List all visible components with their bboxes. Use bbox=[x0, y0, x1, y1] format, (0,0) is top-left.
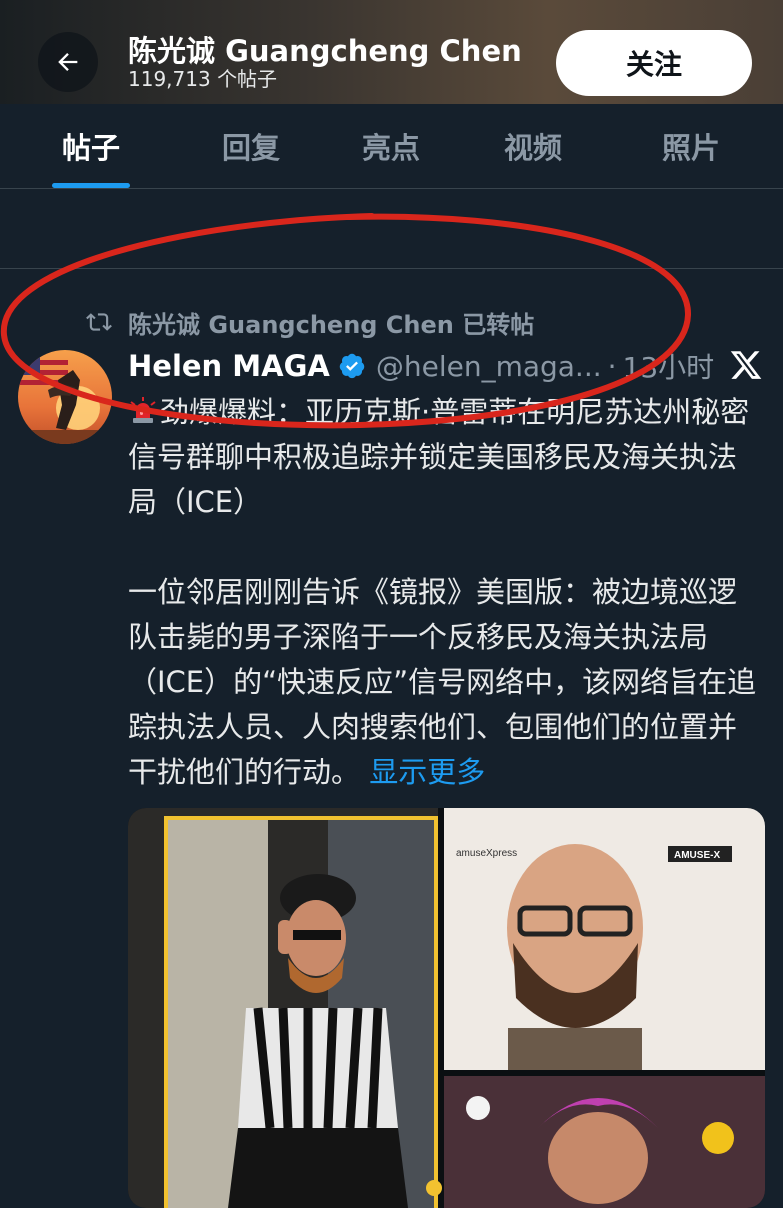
media-collage: amuseXpress AMUSE-X bbox=[128, 808, 765, 1208]
profile-tabs: 帖子 回复 亮点 视频 照片 bbox=[0, 104, 783, 189]
profile-header: 陈光诚 Guangcheng Chen 119,713 个帖子 关注 bbox=[0, 0, 783, 104]
repost-context[interactable]: 陈光诚 Guangcheng Chen 已转帖 bbox=[84, 304, 534, 340]
avatar[interactable] bbox=[18, 350, 112, 444]
verified-badge-icon bbox=[339, 353, 365, 379]
media-watermark-right: AMUSE-X bbox=[674, 850, 720, 861]
post-count: 119,713 个帖子 bbox=[128, 67, 278, 91]
tweet-media[interactable]: amuseXpress AMUSE-X bbox=[128, 808, 765, 1208]
avatar-image bbox=[18, 350, 112, 444]
tab-replies[interactable]: 回复 bbox=[190, 104, 312, 188]
tab-photos[interactable]: 照片 bbox=[630, 104, 752, 188]
siren-icon bbox=[130, 397, 156, 423]
active-tab-indicator bbox=[52, 183, 130, 188]
media-watermark-left: amuseXpress bbox=[456, 848, 517, 859]
tab-videos[interactable]: 视频 bbox=[472, 104, 594, 188]
author-handle[interactable]: @helen_maga... bbox=[376, 350, 602, 383]
tab-posts[interactable]: 帖子 bbox=[30, 104, 152, 188]
x-logo-icon bbox=[730, 351, 762, 379]
back-button[interactable] bbox=[38, 32, 98, 92]
tweet-paragraph-1: 劲爆爆料：亚历克斯·普雷蒂在明尼苏达州秘密信号群聊中积极追踪并锁定美国移民及海关… bbox=[128, 390, 758, 525]
show-more-link[interactable]: 显示更多 bbox=[369, 755, 485, 789]
author-name[interactable]: Helen MAGA bbox=[128, 349, 330, 383]
tweet-body: 劲爆爆料：亚历克斯·普雷蒂在明尼苏达州秘密信号群聊中积极追踪并锁定美国移民及海关… bbox=[128, 390, 758, 795]
arrow-left-icon bbox=[58, 53, 78, 71]
tweet-paragraph-2: 一位邻居刚刚告诉《镜报》美国版：被边境巡逻队击毙的男子深陷于一个反移民及海关执法… bbox=[128, 570, 758, 795]
tweet-header: Helen MAGA @helen_maga... · 13小时 bbox=[128, 346, 714, 386]
repost-text: 陈光诚 Guangcheng Chen 已转帖 bbox=[128, 310, 535, 339]
tweet-paragraph-1-text: 劲爆爆料：亚历克斯·普雷蒂在明尼苏达州秘密信号群聊中积极追踪并锁定美国移民及海关… bbox=[128, 395, 750, 519]
tab-highlights[interactable]: 亮点 bbox=[330, 104, 452, 188]
follow-button[interactable]: 关注 bbox=[556, 30, 752, 96]
post-time[interactable]: 13小时 bbox=[623, 346, 715, 386]
meta-separator: · bbox=[607, 349, 617, 383]
repost-icon bbox=[86, 313, 112, 331]
profile-name: 陈光诚 Guangcheng Chen bbox=[128, 34, 522, 68]
feed-divider bbox=[0, 268, 783, 269]
